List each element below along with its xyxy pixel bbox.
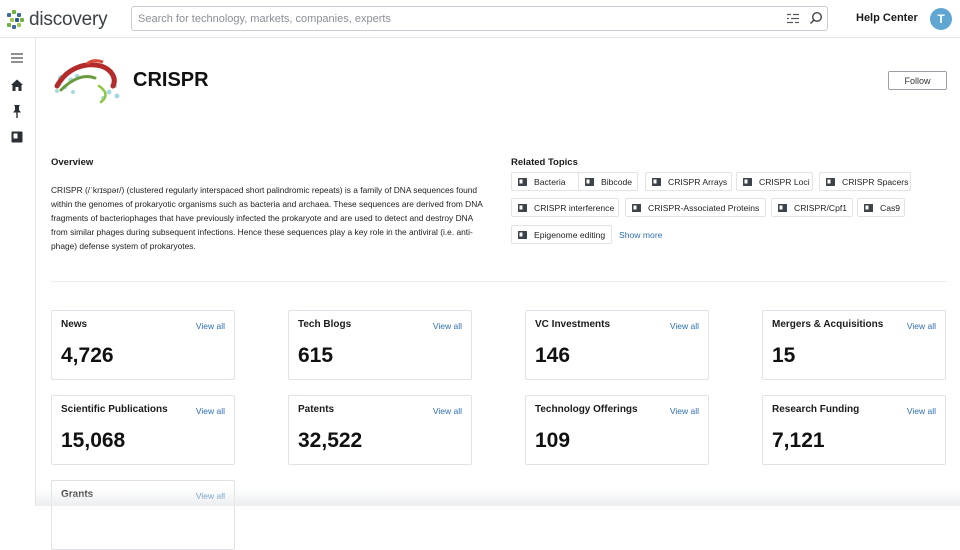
view-all-link[interactable]: View all [670, 321, 699, 331]
topic-icon [585, 178, 594, 186]
topic-icon [826, 178, 835, 186]
topic-image [51, 56, 125, 106]
view-all-link[interactable]: View all [196, 406, 225, 416]
topic-icon [632, 204, 641, 212]
left-rail [0, 38, 36, 506]
view-all-link[interactable]: View all [433, 406, 462, 416]
top-bar: discovery Help Center T [0, 0, 960, 38]
related-topic-label: Cas9 [880, 203, 900, 213]
stat-card-value: 4,726 [61, 344, 114, 368]
overview-text: CRISPR (/ˈkrɪspər/) (clustered regularly… [51, 183, 491, 253]
logo[interactable]: discovery [7, 9, 107, 31]
divider [51, 281, 947, 282]
bottom-fade [36, 488, 960, 506]
stat-card-value: 15,068 [61, 429, 125, 453]
logo-icon [7, 10, 25, 30]
stat-card-value: 15 [772, 344, 795, 368]
stat-card-value: 109 [535, 429, 570, 453]
search-input[interactable] [138, 10, 758, 28]
topic-icon [652, 178, 661, 186]
related-topic-chip[interactable]: Bacteria [511, 172, 582, 191]
view-all-link[interactable]: View all [907, 321, 936, 331]
related-topic-label: Bibcode [601, 177, 632, 187]
related-topic-label: CRISPR/Cpf1 [794, 203, 847, 213]
follow-button[interactable]: Follow [888, 71, 947, 90]
view-all-link[interactable]: View all [196, 321, 225, 331]
related-topics-heading: Related Topics [511, 157, 578, 168]
avatar[interactable]: T [930, 8, 952, 30]
related-topic-chip[interactable]: CRISPR interference [511, 198, 619, 217]
stat-card-title: News [61, 319, 87, 330]
related-topic-label: CRISPR Arrays [668, 177, 727, 187]
stat-card-mergers-and-acquisitions: Mergers & Acquisitions View all 15 [762, 310, 946, 380]
stat-card-vc-investments: VC Investments View all 146 [525, 310, 709, 380]
stat-card-tech-blogs: Tech Blogs View all 615 [288, 310, 472, 380]
related-topic-chip[interactable]: CRISPR/Cpf1 [771, 198, 853, 217]
related-topic-chip[interactable]: CRISPR Arrays [645, 172, 732, 191]
book-icon[interactable] [9, 129, 25, 145]
stat-card-value: 615 [298, 344, 333, 368]
related-topic-chip[interactable]: CRISPR-Associated Proteins [625, 198, 766, 217]
stat-card-scientific-publications: Scientific Publications View all 15,068 [51, 395, 235, 465]
related-topic-label: CRISPR interference [534, 203, 614, 213]
stat-card-patents: Patents View all 32,522 [288, 395, 472, 465]
related-topic-chip[interactable]: Bibcode [578, 172, 638, 191]
overview-heading: Overview [51, 157, 93, 168]
logo-text: discovery [29, 9, 107, 31]
stat-card-value: 7,121 [772, 429, 825, 453]
related-topic-label: CRISPR Loci [759, 177, 810, 187]
stat-card-value: 146 [535, 344, 570, 368]
related-topic-label: Bacteria [534, 177, 566, 187]
topic-icon [518, 204, 527, 212]
related-topic-label: CRISPR-Associated Proteins [648, 203, 759, 213]
topic-icon [518, 178, 527, 186]
related-topic-label: Epigenome editing [534, 230, 605, 240]
related-topic-label: CRISPR Spacers [842, 177, 908, 187]
search-icon[interactable] [809, 11, 823, 25]
stat-card-title: Research Funding [772, 404, 859, 415]
home-icon[interactable] [9, 77, 25, 93]
stat-card-title: Tech Blogs [298, 319, 351, 330]
stat-card-research-funding: Research Funding View all 7,121 [762, 395, 946, 465]
stat-card-news: News View all 4,726 [51, 310, 235, 380]
stat-card-title: Technology Offerings [535, 404, 638, 415]
page-title: CRISPR [133, 69, 209, 92]
related-topic-chip[interactable]: Cas9 [857, 198, 905, 217]
view-all-link[interactable]: View all [670, 406, 699, 416]
related-topic-chip[interactable]: CRISPR Loci [736, 172, 813, 191]
pin-icon[interactable] [9, 103, 25, 119]
stat-card-title: Patents [298, 404, 334, 415]
topic-icon [518, 231, 527, 239]
view-all-link[interactable]: View all [907, 406, 936, 416]
stat-card-value: 32,522 [298, 429, 362, 453]
show-more-link[interactable]: Show more [619, 230, 662, 240]
related-topic-chip[interactable]: CRISPR Spacers [819, 172, 911, 191]
stat-card-title: VC Investments [535, 319, 610, 330]
topic-icon [778, 204, 787, 212]
view-all-link[interactable]: View all [433, 321, 462, 331]
stat-card-title: Scientific Publications [61, 404, 168, 415]
help-center-link[interactable]: Help Center [856, 12, 918, 24]
stat-card-technology-offerings: Technology Offerings View all 109 [525, 395, 709, 465]
filter-icon[interactable] [787, 13, 799, 24]
search-bar [131, 6, 828, 31]
related-topic-chip[interactable]: Epigenome editing [511, 225, 612, 244]
topic-icon [743, 178, 752, 186]
menu-icon[interactable] [9, 50, 25, 66]
stat-card-title: Mergers & Acquisitions [772, 319, 883, 330]
topic-icon [864, 204, 873, 212]
